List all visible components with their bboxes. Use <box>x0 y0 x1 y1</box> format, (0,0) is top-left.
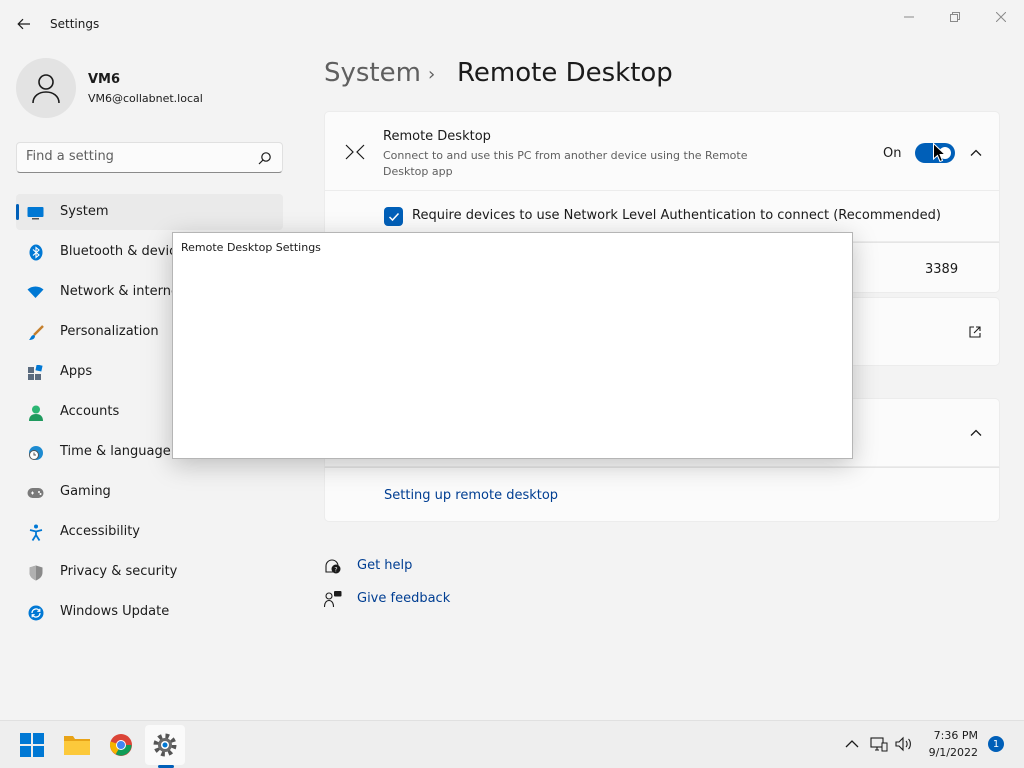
external-link-icon[interactable] <box>968 325 982 339</box>
start-icon <box>20 733 44 757</box>
person-icon <box>27 404 44 421</box>
title-bar: Settings <box>0 0 1024 48</box>
wifi-icon <box>27 284 44 301</box>
taskbar: 7:36 PM 9/1/2022 <box>0 720 1024 768</box>
brush-icon <box>27 324 44 341</box>
give-feedback-row[interactable]: Give feedback <box>324 588 464 610</box>
minimize-button[interactable] <box>886 4 932 30</box>
page-title: Remote Desktop <box>457 58 673 88</box>
dialog-title: Remote Desktop Settings <box>181 241 321 254</box>
search-icon[interactable] <box>258 151 272 165</box>
sidebar-item-label: Network & internet <box>60 284 185 299</box>
sidebar-item-label: Gaming <box>60 484 111 499</box>
checkmark-icon <box>388 212 399 221</box>
shield-icon <box>27 564 44 581</box>
toggle-state-label: On <box>883 146 902 161</box>
chevron-up-icon[interactable] <box>843 735 861 753</box>
feedback-icon <box>324 591 342 608</box>
chevron-up-icon[interactable] <box>969 146 983 160</box>
remote-desktop-card[interactable]: Remote Desktop Connect to and use this P… <box>324 111 1000 191</box>
gamepad-icon <box>27 484 44 501</box>
accessibility-icon <box>27 524 44 541</box>
remote-desktop-icon <box>345 144 365 160</box>
app-title: Settings <box>50 17 100 31</box>
maximize-button[interactable] <box>932 4 978 30</box>
breadcrumb-parent[interactable]: System <box>324 58 421 88</box>
clock-time[interactable]: 7:36 PM <box>928 729 978 742</box>
apps-icon <box>27 364 44 381</box>
sidebar-item-system[interactable]: System <box>16 194 283 230</box>
bluetooth-icon <box>27 244 44 261</box>
close-button[interactable] <box>978 4 1024 30</box>
breadcrumb-separator: › <box>428 64 436 85</box>
sidebar-item-privacy[interactable]: Privacy & security <box>16 554 283 590</box>
nla-label: Require devices to use Network Level Aut… <box>412 208 941 223</box>
user-name: VM6 <box>88 72 121 87</box>
file-explorer-button[interactable] <box>57 725 97 765</box>
sidebar-item-windows-update[interactable]: Windows Update <box>16 594 283 630</box>
get-help-row[interactable]: ? Get help <box>324 555 444 577</box>
avatar[interactable] <box>16 58 76 118</box>
notification-badge[interactable]: 1 <box>988 736 1004 752</box>
remote-desktop-description: Connect to and use this PC from another … <box>383 149 748 178</box>
file-explorer-icon <box>64 736 90 755</box>
update-icon <box>27 604 44 621</box>
sidebar-item-label: System <box>60 204 109 219</box>
sidebar-item-label: Personalization <box>60 324 159 339</box>
get-help-link[interactable]: Get help <box>357 558 412 573</box>
restore-icon <box>950 12 960 22</box>
back-arrow-icon <box>17 18 30 30</box>
system-icon <box>27 204 44 221</box>
person-icon <box>32 74 60 104</box>
search-box[interactable] <box>16 142 283 173</box>
sidebar-item-label: Time & language <box>60 444 171 459</box>
back-button[interactable] <box>12 12 36 36</box>
setup-link-row: Setting up remote desktop <box>324 467 1000 522</box>
clock-date[interactable]: 9/1/2022 <box>924 746 978 759</box>
chrome-icon <box>109 734 132 756</box>
volume-icon[interactable] <box>895 735 913 753</box>
sidebar-item-label: Windows Update <box>60 604 170 619</box>
nla-checkbox[interactable] <box>384 207 403 226</box>
mouse-cursor-icon <box>933 143 945 163</box>
settings-icon <box>153 733 177 757</box>
chevron-up-icon[interactable] <box>969 426 983 440</box>
network-icon[interactable] <box>870 735 888 753</box>
port-value: 3389 <box>925 262 959 277</box>
sidebar-item-label: Accounts <box>60 404 120 419</box>
sidebar-item-label: Accessibility <box>60 524 140 539</box>
remote-desktop-settings-dialog[interactable]: Remote Desktop Settings <box>172 232 853 459</box>
clock-globe-icon <box>27 444 44 461</box>
chrome-button[interactable] <box>101 725 141 765</box>
setup-remote-desktop-link[interactable]: Setting up remote desktop <box>384 488 558 503</box>
sidebar-item-label: Apps <box>60 364 93 379</box>
sidebar-item-accessibility[interactable]: Accessibility <box>16 514 283 550</box>
start-button[interactable] <box>12 725 52 765</box>
svg-text:?: ? <box>334 567 337 574</box>
search-input[interactable] <box>26 149 246 164</box>
minimize-icon <box>904 16 914 18</box>
remote-desktop-title: Remote Desktop <box>383 129 491 144</box>
give-feedback-link[interactable]: Give feedback <box>357 591 450 606</box>
help-icon: ? <box>325 559 341 574</box>
sidebar-item-gaming[interactable]: Gaming <box>16 474 283 510</box>
close-icon <box>996 12 1006 22</box>
user-email: VM6@collabnet.local <box>88 92 203 105</box>
sidebar-item-label: Privacy & security <box>60 564 178 579</box>
settings-button[interactable] <box>145 725 185 765</box>
